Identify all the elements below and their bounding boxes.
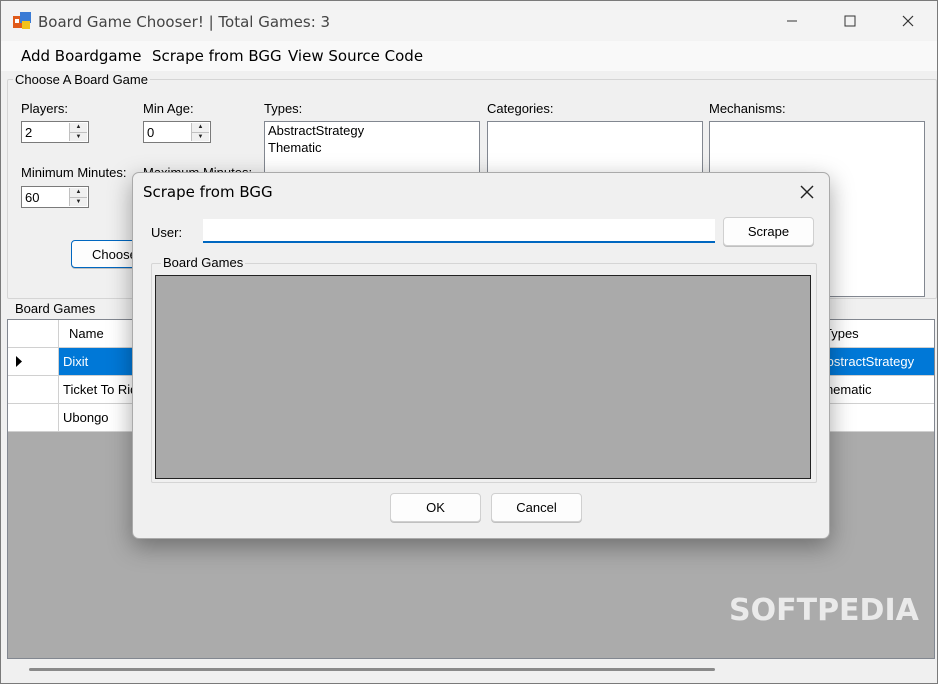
scrape-button[interactable]: Scrape [723,217,814,246]
min-age-value: 0 [147,125,155,140]
close-window-button[interactable] [879,1,937,41]
min-minutes-spin[interactable]: ▲ ▼ [69,188,87,206]
dialog-close-button[interactable] [793,179,821,205]
menu-add-boardgame[interactable]: Add Boardgame [21,47,141,65]
cell-name[interactable]: Ubongo [59,404,109,431]
min-age-stepper[interactable]: 0 ▲ ▼ [143,121,211,143]
spin-down-icon[interactable]: ▼ [70,198,87,207]
categories-label: Categories: [487,101,554,116]
dialog-games-group-title: Board Games [161,255,246,270]
softpedia-watermark: SOFTPEDIA [729,593,919,628]
spin-up-icon[interactable]: ▲ [192,123,209,133]
minimize-icon [787,20,797,22]
window-title: Board Game Chooser! | Total Games: 3 [38,13,331,31]
min-minutes-label: Minimum Minutes: [21,165,127,180]
list-item[interactable]: AbstractStrategy [265,122,479,139]
spin-up-icon[interactable]: ▲ [70,188,87,198]
board-games-group-title: Board Games [13,301,98,316]
cancel-button[interactable]: Cancel [491,493,582,522]
current-row-arrow-icon [16,356,22,367]
min-minutes-value: 60 [25,190,40,205]
maximize-button[interactable] [821,1,879,41]
minimize-button[interactable] [763,1,821,41]
spin-up-icon[interactable]: ▲ [70,123,87,133]
app-icon [13,12,31,29]
players-value: 2 [25,125,33,140]
row-header[interactable] [8,404,59,431]
min-minutes-stepper[interactable]: 60 ▲ ▼ [21,186,89,208]
players-label: Players: [21,101,68,116]
types-label: Types: [264,101,303,116]
board-games-list[interactable] [155,275,811,479]
grid-corner[interactable] [8,320,59,347]
close-icon [800,185,814,199]
horizontal-scrollbar[interactable] [7,659,935,679]
spin-down-icon[interactable]: ▼ [192,133,209,142]
scrape-dialog: Scrape from BGG User: Scrape Board Games… [132,172,830,539]
mechanisms-label: Mechanisms: [709,101,786,116]
chooser-group-title: Choose A Board Game [13,72,150,87]
row-header[interactable] [8,348,59,375]
close-icon [902,15,914,27]
min-age-label: Min Age: [143,101,194,116]
menu-view-source-code[interactable]: View Source Code [288,47,423,65]
column-header-name[interactable]: Name [59,320,104,347]
user-label: User: [151,225,183,240]
list-item[interactable]: Thematic [265,139,479,156]
players-spin[interactable]: ▲ ▼ [69,123,87,141]
dialog-title: Scrape from BGG [143,183,273,201]
user-input[interactable] [203,219,715,243]
players-stepper[interactable]: 2 ▲ ▼ [21,121,89,143]
min-age-spin[interactable]: ▲ ▼ [191,123,209,141]
spin-down-icon[interactable]: ▼ [70,133,87,142]
ok-button[interactable]: OK [390,493,481,522]
row-header[interactable] [8,376,59,403]
menu-scrape-from-bgg[interactable]: Scrape from BGG [152,47,282,65]
maximize-icon [844,15,856,27]
scrollbar-thumb[interactable] [29,668,715,671]
